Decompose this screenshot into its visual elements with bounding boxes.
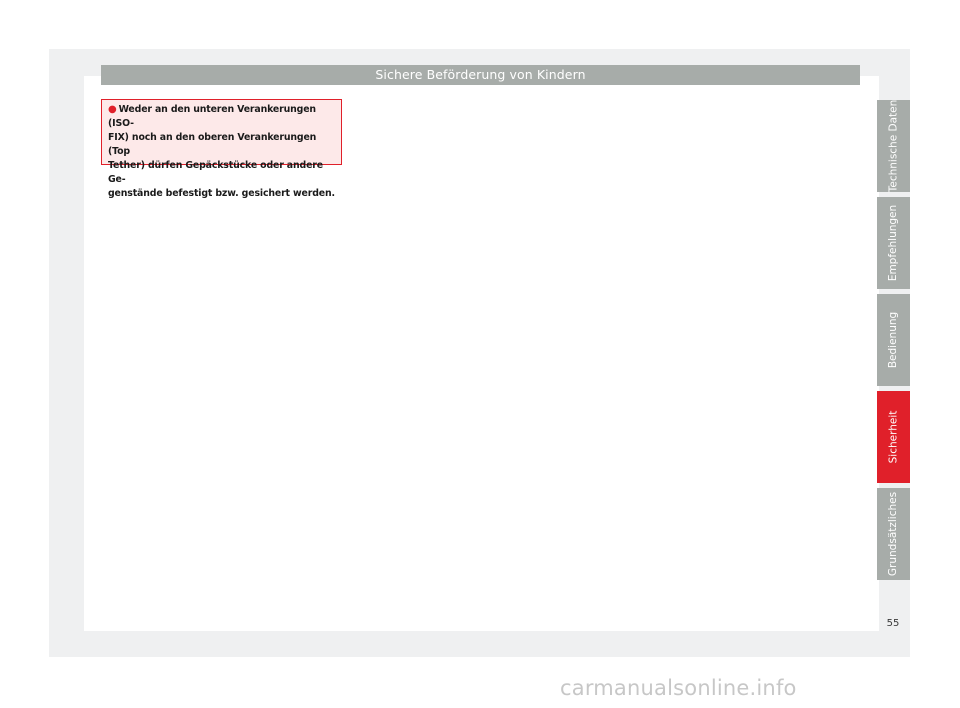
page-number: 55: [886, 618, 900, 629]
section-header: Sichere Beförderung von Kindern: [101, 65, 860, 85]
tab-label: Bedienung: [887, 311, 900, 369]
tab-label: Grundsätzliches: [887, 491, 900, 577]
tab-grundsaetzliches[interactable]: Grundsätzliches: [877, 488, 910, 580]
tab-technische-daten[interactable]: Technische Daten: [877, 100, 910, 192]
tab-bedienung[interactable]: Bedienung: [877, 294, 910, 386]
tab-sicherheit[interactable]: Sicherheit: [877, 391, 910, 483]
tab-label: Sicherheit: [887, 410, 900, 464]
warning-text: Weder an den unteren Verankerungen (ISO-…: [108, 104, 335, 199]
watermark: carmanualsonline.info: [560, 676, 797, 700]
warning-text-block: ● Weder an den unteren Verankerungen (ISO…: [108, 103, 335, 201]
tab-label: Empfehlungen: [887, 204, 900, 282]
bullet-icon: ●: [108, 104, 117, 115]
tab-label: Technische Daten: [887, 99, 900, 193]
tab-empfehlungen[interactable]: Empfehlungen: [877, 197, 910, 289]
warning-box: ● Weder an den unteren Verankerungen (ISO…: [101, 99, 342, 199]
